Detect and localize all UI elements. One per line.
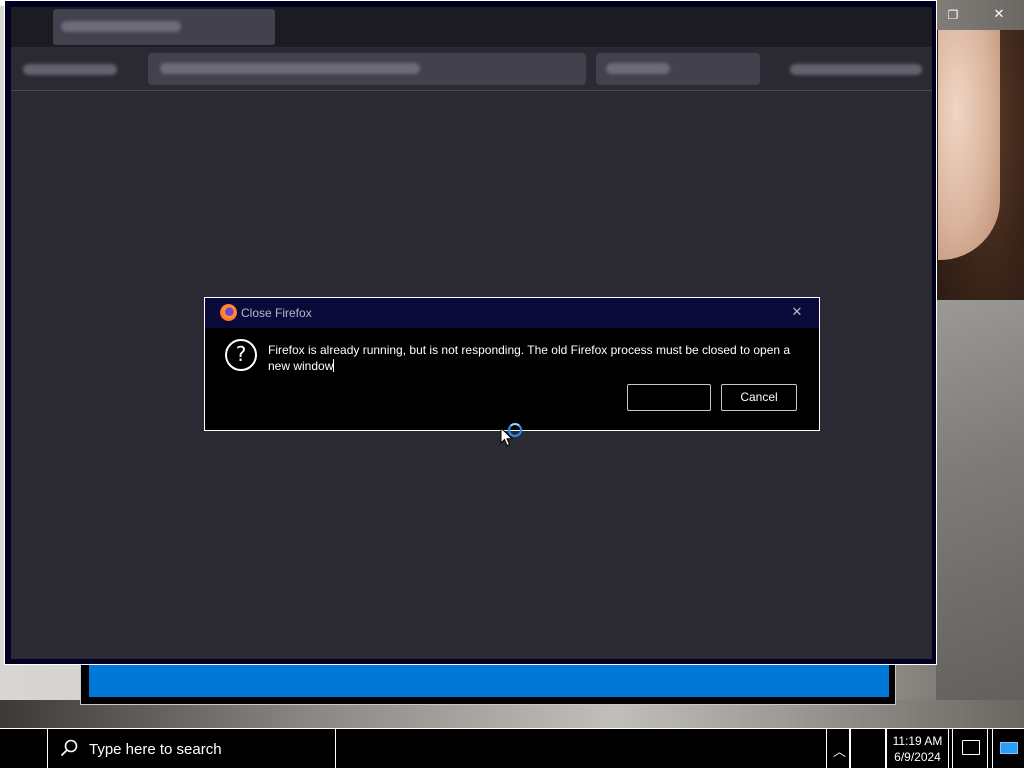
taskbar: Type here to search ︿ 11:19 AM 6/9/2024 [0,728,1024,768]
taskbar-search-box[interactable]: Type here to search [47,729,336,768]
start-button[interactable] [0,729,48,768]
close-icon: ✕ [791,305,803,320]
dialog-titlebar: Close Firefox ✕ [205,298,819,328]
window-close-button[interactable]: ✕ [976,2,1022,28]
firefox-icon [220,304,237,321]
restore-icon: ❐ [947,8,959,22]
wallpaper-photo-face [938,30,1000,260]
show-desktop-button[interactable] [992,729,1024,768]
nav-buttons-placeholder[interactable] [23,64,117,75]
show-desktop-icon [1000,742,1018,754]
dialog-message-text: Firefox is already running, but is not r… [268,343,791,373]
wallpaper-photo-sweater [936,300,1024,730]
toolbar-search-placeholder [606,63,670,74]
chevron-up-icon: ︿ [833,745,847,760]
text-caret [333,359,335,372]
tab-title-placeholder [61,21,181,32]
dialog-close-button[interactable]: ✕ [787,303,807,323]
dialog-message: Firefox is already running, but is not r… [268,342,798,374]
notification-icon [962,740,980,755]
close-icon: ✕ [993,7,1005,22]
url-bar-placeholder [160,63,420,74]
toolbar-search-box[interactable] [596,53,760,85]
clock-date: 6/9/2024 [894,750,941,764]
close-firefox-button[interactable] [627,384,711,411]
show-hidden-icons-button[interactable]: ︿ [826,729,850,768]
clock-time: 11:19 AM [892,734,943,748]
cancel-button[interactable]: Cancel [721,384,797,411]
tab-active[interactable] [53,9,275,45]
background-window-progress-bar [89,663,889,697]
tab-strip [11,7,932,47]
question-icon: ? [225,339,257,371]
action-center-button[interactable] [952,729,988,768]
url-bar[interactable] [148,53,586,85]
mouse-pointer-icon [500,427,514,447]
taskbar-clock[interactable]: 11:19 AM 6/9/2024 [886,729,949,768]
close-firefox-dialog: Close Firefox ✕ ? Firefox is already run… [204,297,820,431]
tray-icon-slot[interactable] [850,729,886,768]
dialog-title: Close Firefox [241,306,312,320]
toolbar-extras-placeholder[interactable] [790,64,922,75]
search-placeholder: Type here to search [89,741,222,758]
search-icon [60,739,78,757]
navigation-toolbar [11,47,932,91]
